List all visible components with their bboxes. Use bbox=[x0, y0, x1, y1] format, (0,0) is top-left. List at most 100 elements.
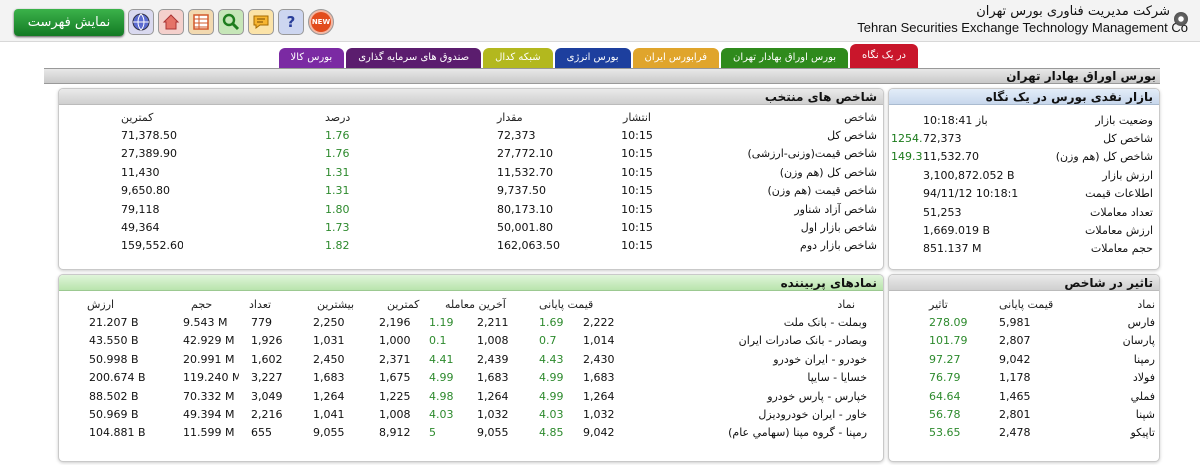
visited-row[interactable]: 50.969 B 49.394 M 2,216 1,041 1,008 4.03 1,032… bbox=[59, 405, 883, 423]
impact-row[interactable]: 64.64 1,465 فملي bbox=[889, 387, 1159, 405]
tab-4[interactable]: شبکه کدال bbox=[483, 48, 553, 70]
impact-row[interactable]: 53.65 2,478 تاپيکو bbox=[889, 424, 1159, 442]
visited-cell: 4.03 bbox=[429, 408, 454, 422]
index-row[interactable]: 11,430 11,528.30 1.31 149.39 11,532.70 10:15 ش… bbox=[59, 163, 883, 181]
visited-row[interactable]: 88.502 B 70.332 M 3,049 1,264 1,225 4.98 1,264… bbox=[59, 387, 883, 405]
market-row: 1,669.019 B ارزش معاملات bbox=[889, 221, 1159, 239]
index-row[interactable]: 9,650.80 9,733.80 1.31 126.10 9,737.50 10:15 ش… bbox=[59, 182, 883, 200]
index-cell: 159,552.60 bbox=[121, 239, 183, 253]
visited-cell: 21.207 B bbox=[89, 316, 139, 330]
index-col-header[interactable]: انتشار bbox=[605, 108, 669, 126]
selected-indices-table: کمترینبیشتریندرصدتغییرمقدارانتشارشاخص 71… bbox=[59, 108, 883, 255]
visited-col-header[interactable]: آخرین معامله bbox=[429, 295, 529, 313]
company-logo-icon bbox=[1174, 12, 1188, 26]
index-cell: 11,430 bbox=[121, 165, 160, 179]
index-col-header[interactable]: شاخص bbox=[669, 108, 883, 126]
impact-row[interactable]: 97.27 9,042 رمپنا bbox=[889, 350, 1159, 368]
visited-row[interactable]: 21.207 B 9.543 M 779 2,250 2,196 1.19 2,211 1.6… bbox=[59, 313, 883, 331]
index-col-header[interactable]: مقدار bbox=[485, 108, 605, 126]
index-col-header[interactable]: درصد bbox=[283, 108, 373, 126]
visited-col-header[interactable]: ارزش bbox=[59, 295, 151, 313]
tab-6[interactable]: بورس کالا bbox=[278, 48, 345, 70]
impact-cell: تاپيکو bbox=[1130, 426, 1155, 440]
market-change bbox=[889, 240, 923, 258]
visited-cell: 20.991 M bbox=[183, 352, 235, 366]
impact-cell: 101.79 bbox=[929, 334, 968, 348]
visited-col-header[interactable]: بیشترین bbox=[299, 295, 367, 313]
market-label: اطلاعات قیمت bbox=[1085, 187, 1153, 201]
tab-2[interactable]: فرابورس ایران bbox=[632, 48, 719, 70]
index-row[interactable]: 79,118 80,135.60 1.80 1418.91 80,173.10 10:15… bbox=[59, 200, 883, 218]
impact-col-header[interactable]: نماد bbox=[1079, 295, 1159, 313]
index-row[interactable]: 159,552.60161,627 1.82 2901.52 162,063.50 10… bbox=[59, 237, 883, 255]
visited-cell: 200.674 B bbox=[89, 371, 146, 385]
visited-cell: 0.7 bbox=[539, 334, 557, 348]
index-cell: 27,772.10 bbox=[497, 147, 553, 161]
home-icon[interactable] bbox=[158, 9, 184, 35]
visited-cell: 3,049 bbox=[251, 389, 283, 403]
index-cell: 149.39 bbox=[373, 163, 485, 181]
visited-cell: 4.85 bbox=[539, 426, 564, 440]
new-icon[interactable]: NEW bbox=[308, 9, 334, 35]
visited-cell: 49.394 M bbox=[183, 408, 235, 422]
tab-1[interactable]: بورس اوراق بهادار تهران bbox=[721, 48, 849, 70]
market-value: باز 10:18:41 bbox=[923, 113, 988, 127]
impact-row[interactable]: 56.78 2,801 شپنا bbox=[889, 405, 1159, 423]
company-name-en: Tehran Securities Exchange Technology Ma… bbox=[857, 20, 1188, 35]
index-row[interactable]: 71,378.50 72,292 1.76 1254.18 72,373 10:15 شاخ… bbox=[59, 126, 883, 144]
visited-cell: 655 bbox=[251, 426, 272, 440]
impact-row[interactable]: 101.79 2,807 پارسان bbox=[889, 332, 1159, 350]
impact-row[interactable]: 76.79 1,178 فولاد bbox=[889, 369, 1159, 387]
index-col-header[interactable]: بیشترین bbox=[183, 108, 283, 126]
impact-cell: رمپنا bbox=[1133, 352, 1155, 366]
market-change bbox=[889, 166, 923, 184]
visited-row[interactable]: 43.550 B 42.929 M 1,926 1,031 1,000 0.1 1,008 0… bbox=[59, 332, 883, 350]
visited-cell: 1.69 bbox=[539, 316, 564, 330]
index-col-header[interactable]: کمترین bbox=[59, 108, 183, 126]
visited-col-header[interactable]: قیمت پایانی bbox=[529, 295, 633, 313]
index-cell: 9,733.80 bbox=[183, 182, 283, 200]
index-cell: شاخص قیمت(وزنی-ارزشی) bbox=[747, 147, 877, 161]
new-label: NEW bbox=[311, 12, 331, 32]
visited-col-header[interactable]: نماد bbox=[633, 295, 883, 313]
visited-row[interactable]: 200.674 B 119.240 M 3,227 1,683 1,675 4.99 1,6… bbox=[59, 369, 883, 387]
visited-row[interactable]: 50.998 B 20.991 M 1,602 2,450 2,371 4.41 2,439… bbox=[59, 350, 883, 368]
index-cell: 79,118 bbox=[121, 202, 160, 216]
show-menu-button[interactable]: نمایش فهرست bbox=[14, 9, 124, 36]
visited-cell: 119.240 M bbox=[183, 371, 239, 385]
page-title: بورس اوراق بهادار تهران bbox=[44, 68, 1160, 84]
index-row[interactable]: 27,389.90 27,740.90 1.76 481.19 27,772.10 10:… bbox=[59, 145, 883, 163]
index-cell: 80,173.10 bbox=[497, 202, 553, 216]
visited-cell: خاور - ایران خودرودیزل bbox=[758, 408, 868, 422]
index-col-header[interactable]: تغییر bbox=[373, 108, 485, 126]
index-cell: 10:15 bbox=[621, 221, 653, 235]
impact-row[interactable]: 278.09 5,981 فارس bbox=[889, 313, 1159, 331]
visited-col-header[interactable]: کمترین bbox=[367, 295, 429, 313]
visited-cell: 1,264 bbox=[313, 389, 345, 403]
visited-row[interactable]: 104.881 B 11.599 M 655 9,055 8,912 5 9,055 4.85… bbox=[59, 424, 883, 442]
visited-cell: 1,926 bbox=[251, 334, 283, 348]
globe-icon[interactable] bbox=[128, 9, 154, 35]
message-icon[interactable] bbox=[248, 9, 274, 35]
visited-cell: 1.19 bbox=[429, 316, 454, 330]
tab-5[interactable]: صندوق های سرمایه گذاری bbox=[346, 48, 482, 70]
impact-col-header[interactable]: تاثیر bbox=[889, 295, 969, 313]
visited-col-header[interactable]: حجم bbox=[151, 295, 239, 313]
impact-cell: 53.65 bbox=[929, 426, 961, 440]
help-icon[interactable]: ? bbox=[278, 9, 304, 35]
impact-cell: 2,478 bbox=[999, 426, 1031, 440]
table-icon[interactable] bbox=[188, 9, 214, 35]
index-cell: شاخص قیمت (هم وزن) bbox=[767, 184, 877, 198]
visited-cell: 0.1 bbox=[429, 334, 447, 348]
tab-0[interactable]: در یک نگاه bbox=[850, 44, 918, 70]
impact-col-header[interactable]: قیمت پایانی bbox=[969, 295, 1079, 313]
market-value: 72,373 bbox=[923, 132, 962, 146]
visited-cell: وبملت - بانک ملت bbox=[783, 316, 868, 330]
search-icon[interactable] bbox=[218, 9, 244, 35]
index-row[interactable]: 49,364 49,990.10 1.73 850.51 50,001.80 10:15 ش… bbox=[59, 218, 883, 236]
visited-cell: خودرو - ایران خودرو bbox=[773, 352, 868, 366]
index-cell: 11,532.70 bbox=[497, 165, 553, 179]
tab-3[interactable]: بورس انرژی bbox=[554, 48, 631, 70]
most-visited-title: نمادهای پربیننده bbox=[59, 275, 883, 291]
visited-col-header[interactable]: تعداد bbox=[239, 295, 299, 313]
